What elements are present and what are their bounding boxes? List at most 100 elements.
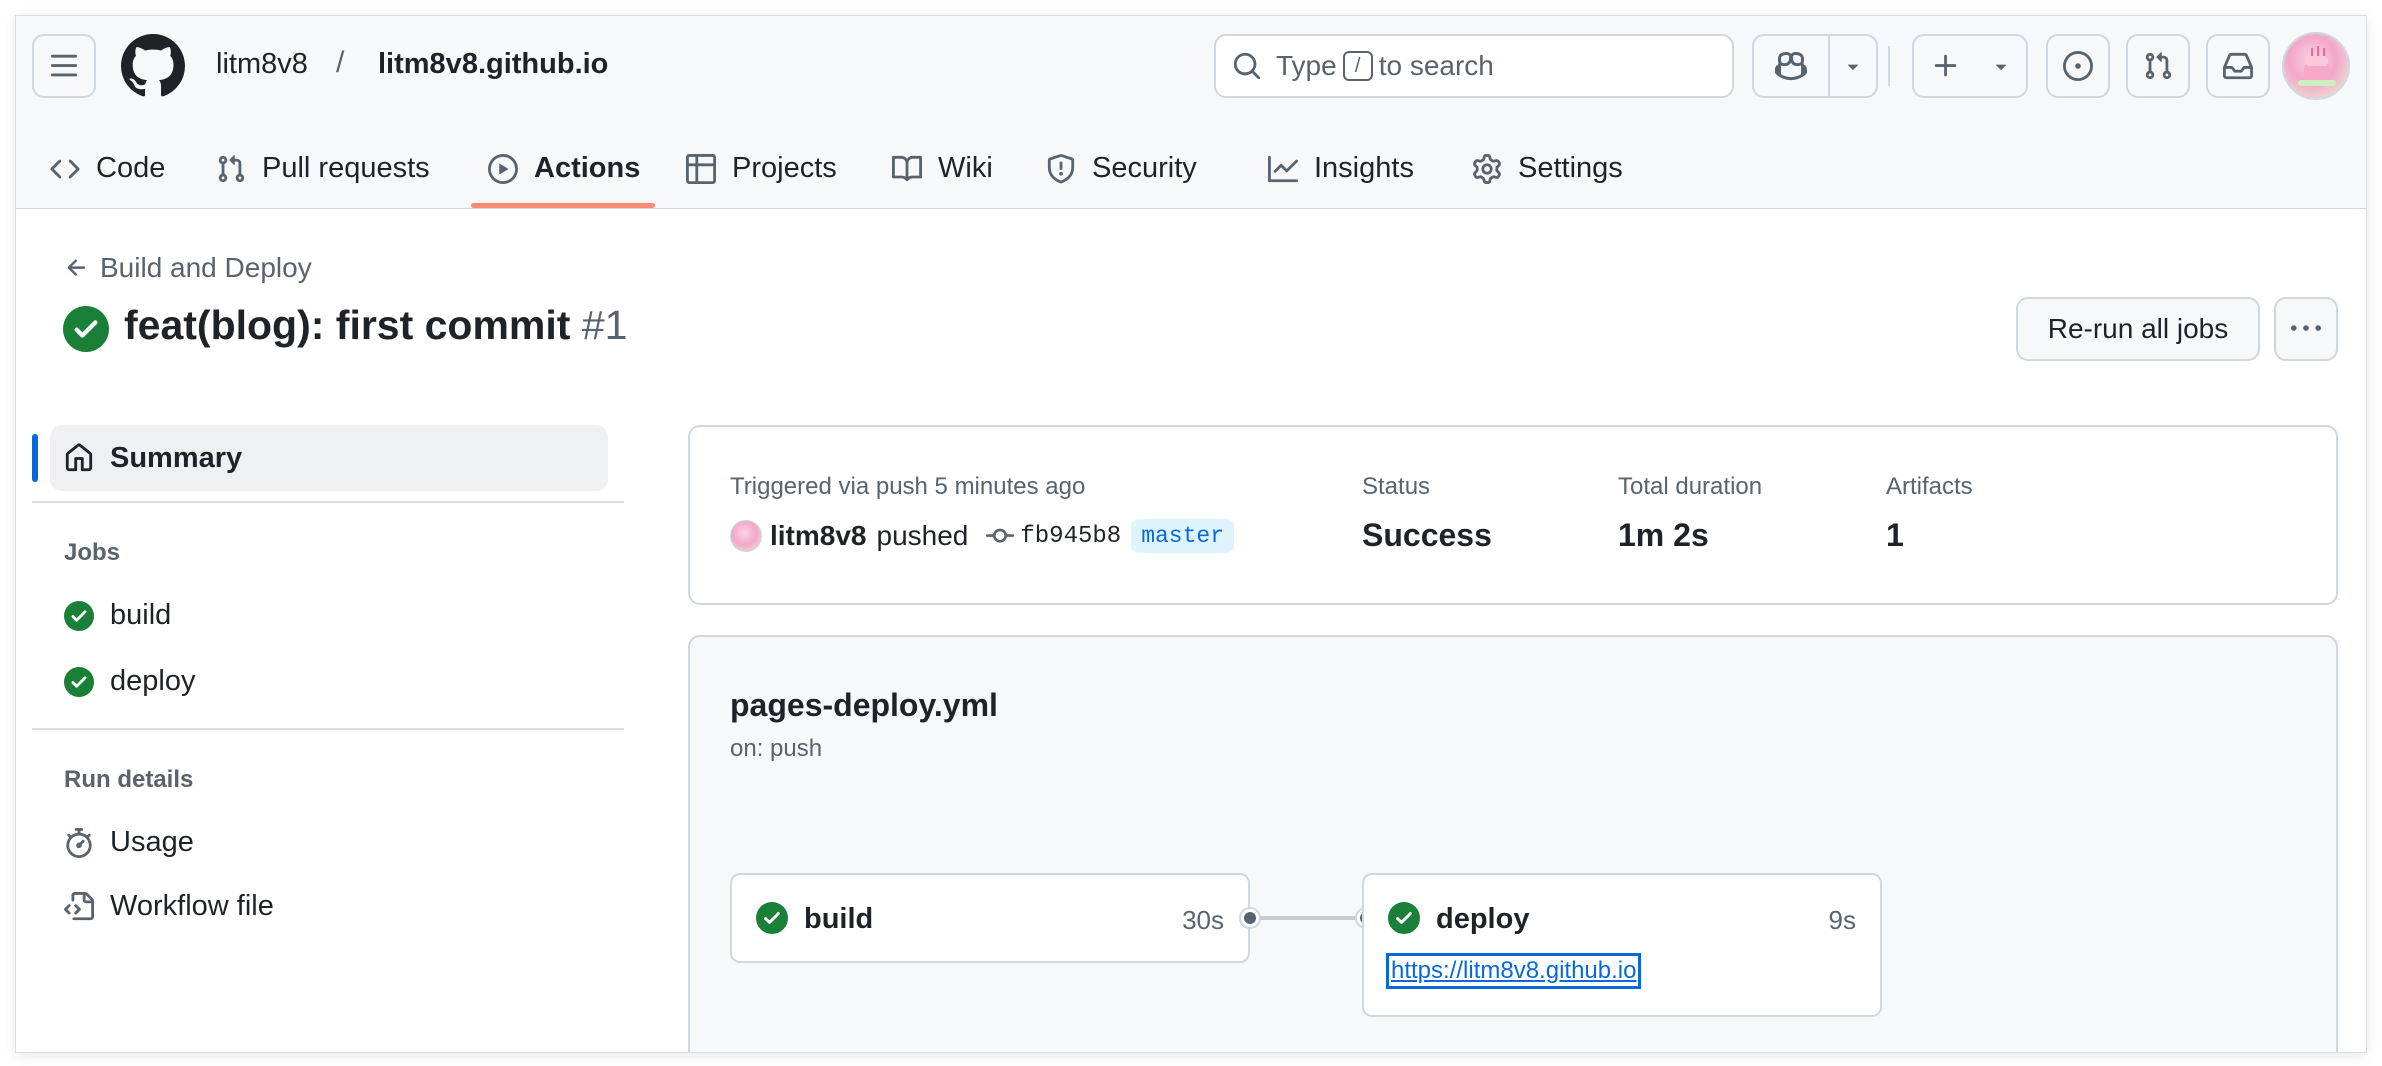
tab-wiki[interactable]: Wiki bbox=[892, 128, 993, 209]
tab-label: Settings bbox=[1518, 152, 1623, 184]
create-caret-wrap bbox=[1978, 36, 2024, 96]
job-name: build bbox=[804, 903, 874, 935]
artifacts-value[interactable]: 1 bbox=[1886, 517, 1904, 554]
check-circle-fill-icon bbox=[63, 306, 109, 352]
shield-icon bbox=[1047, 153, 1075, 183]
run-title: feat(blog): first commit bbox=[124, 302, 571, 348]
sidebar-item-summary[interactable]: Summary bbox=[50, 425, 608, 491]
duration-value: 1m 2s bbox=[1618, 517, 1709, 553]
pull-requests-button[interactable] bbox=[2126, 34, 2190, 98]
tab-label: Code bbox=[96, 152, 166, 184]
job-card-build[interactable]: build 30s bbox=[730, 873, 1250, 963]
cake-avatar-icon bbox=[2298, 46, 2336, 86]
tab-actions[interactable]: Actions bbox=[488, 128, 640, 209]
job-name: deploy bbox=[1436, 903, 1530, 935]
graph-icon bbox=[1268, 155, 1298, 182]
branch-label[interactable]: master bbox=[1131, 519, 1235, 553]
tab-code[interactable]: Code bbox=[50, 128, 165, 209]
trigger-text: Triggered via push 5 minutes ago bbox=[730, 473, 1086, 500]
duration-label: Total duration bbox=[1618, 473, 1763, 500]
sidebar-divider bbox=[32, 501, 624, 503]
issue-opened-icon bbox=[2063, 51, 2093, 81]
git-commit-icon bbox=[986, 528, 1015, 543]
code-icon bbox=[50, 159, 80, 178]
play-icon bbox=[488, 153, 518, 184]
actor-avatar[interactable] bbox=[730, 520, 762, 552]
book-icon bbox=[892, 155, 922, 181]
sidebar-item-label: deploy bbox=[110, 665, 196, 697]
back-to-workflow-link[interactable]: Build and Deploy bbox=[64, 252, 312, 284]
deployment-url-link[interactable]: https://litm8v8.github.io bbox=[1385, 953, 1642, 989]
commit-sha[interactable]: fb945b8 bbox=[1020, 523, 1121, 550]
home-icon bbox=[65, 443, 93, 472]
copilot-button[interactable] bbox=[1754, 36, 1830, 96]
arrow-left-icon bbox=[67, 259, 86, 276]
table-icon bbox=[686, 153, 716, 184]
tab-label: Projects bbox=[732, 152, 837, 184]
sidebar-item-job-deploy[interactable]: deploy bbox=[64, 665, 195, 698]
job-connector-out bbox=[1241, 909, 1259, 927]
job-duration: 9s bbox=[1828, 905, 1856, 935]
tab-projects[interactable]: Projects bbox=[686, 128, 837, 209]
hamburger-menu-button[interactable] bbox=[32, 34, 96, 98]
run-summary-card: Triggered via push 5 minutes ago litm8v8… bbox=[688, 425, 2338, 605]
actor-name[interactable]: litm8v8 bbox=[770, 520, 867, 552]
create-new-button[interactable] bbox=[1912, 34, 2028, 98]
stopwatch-icon bbox=[66, 827, 92, 858]
tab-settings[interactable]: Settings bbox=[1472, 128, 1623, 209]
tab-security[interactable]: Security bbox=[1046, 128, 1197, 209]
sidebar-item-label: Workflow file bbox=[110, 890, 274, 922]
breadcrumb-separator: / bbox=[336, 46, 345, 79]
search-input[interactable]: Type / to search bbox=[1214, 34, 1734, 98]
git-pull-request-icon bbox=[2145, 52, 2172, 80]
more-options-button[interactable] bbox=[2274, 297, 2338, 361]
sidebar-active-indicator bbox=[32, 434, 38, 482]
workflow-trigger: on: push bbox=[730, 735, 823, 762]
breadcrumb-repo[interactable]: litm8v8.github.io bbox=[378, 48, 608, 81]
issues-button[interactable] bbox=[2046, 34, 2110, 98]
sidebar-item-workflow-file[interactable]: Workflow file bbox=[64, 890, 274, 923]
tab-insights[interactable]: Insights bbox=[1268, 128, 1414, 209]
app-header: litm8v8 / litm8v8.github.io Type / to se… bbox=[16, 16, 2366, 209]
header-divider bbox=[1888, 46, 1890, 86]
user-avatar[interactable] bbox=[2282, 32, 2350, 100]
workflow-file-name[interactable]: pages-deploy.yml bbox=[730, 687, 998, 724]
search-icon bbox=[1233, 52, 1261, 80]
copilot-dropdown-button[interactable] bbox=[1830, 36, 1876, 96]
tab-label: Actions bbox=[534, 152, 641, 184]
search-suffix: to search bbox=[1378, 50, 1494, 81]
hamburger-icon bbox=[50, 54, 78, 77]
inbox-icon bbox=[2223, 52, 2253, 80]
back-label: Build and Deploy bbox=[100, 252, 312, 283]
triangle-down-icon bbox=[1995, 64, 2007, 70]
check-circle-fill-icon bbox=[1388, 902, 1420, 934]
workflow-graph: pages-deploy.yml on: push build 30s depl… bbox=[688, 635, 2338, 1052]
push-action: pushed bbox=[876, 520, 969, 551]
active-tab-indicator bbox=[471, 203, 655, 208]
check-circle-fill-icon bbox=[64, 600, 94, 631]
tab-label: Insights bbox=[1314, 152, 1414, 184]
copilot-icon bbox=[1775, 51, 1807, 81]
tab-pull-requests[interactable]: Pull requests bbox=[216, 128, 430, 209]
browser-frame: litm8v8 / litm8v8.github.io Type / to se… bbox=[15, 15, 2367, 1053]
sidebar-item-label: Summary bbox=[110, 441, 243, 474]
search-prefix: Type bbox=[1276, 50, 1337, 81]
jobs-heading: Jobs bbox=[64, 539, 121, 566]
plus-icon bbox=[1934, 54, 1957, 77]
sidebar-item-usage[interactable]: Usage bbox=[64, 826, 194, 859]
search-shortcut-key: / bbox=[1342, 51, 1373, 81]
run-number: #1 bbox=[581, 302, 628, 348]
github-logo-icon[interactable] bbox=[120, 34, 185, 98]
status-value: Success bbox=[1362, 517, 1492, 553]
artifacts-label: Artifacts bbox=[1886, 473, 1973, 500]
breadcrumb-owner[interactable]: litm8v8 bbox=[216, 48, 308, 81]
inbox-button[interactable] bbox=[2206, 34, 2270, 98]
check-circle-fill-icon bbox=[64, 666, 94, 697]
run-details-heading: Run details bbox=[64, 766, 194, 793]
kebab-horizontal-icon bbox=[2291, 325, 2321, 331]
sidebar-item-job-build[interactable]: build bbox=[64, 599, 171, 632]
rerun-all-jobs-button[interactable]: Re-run all jobs bbox=[2016, 297, 2260, 361]
tab-label: Security bbox=[1092, 152, 1197, 184]
status-label: Status bbox=[1362, 473, 1431, 500]
job-card-deploy[interactable]: deploy 9s https://litm8v8.github.io bbox=[1362, 873, 1882, 1017]
